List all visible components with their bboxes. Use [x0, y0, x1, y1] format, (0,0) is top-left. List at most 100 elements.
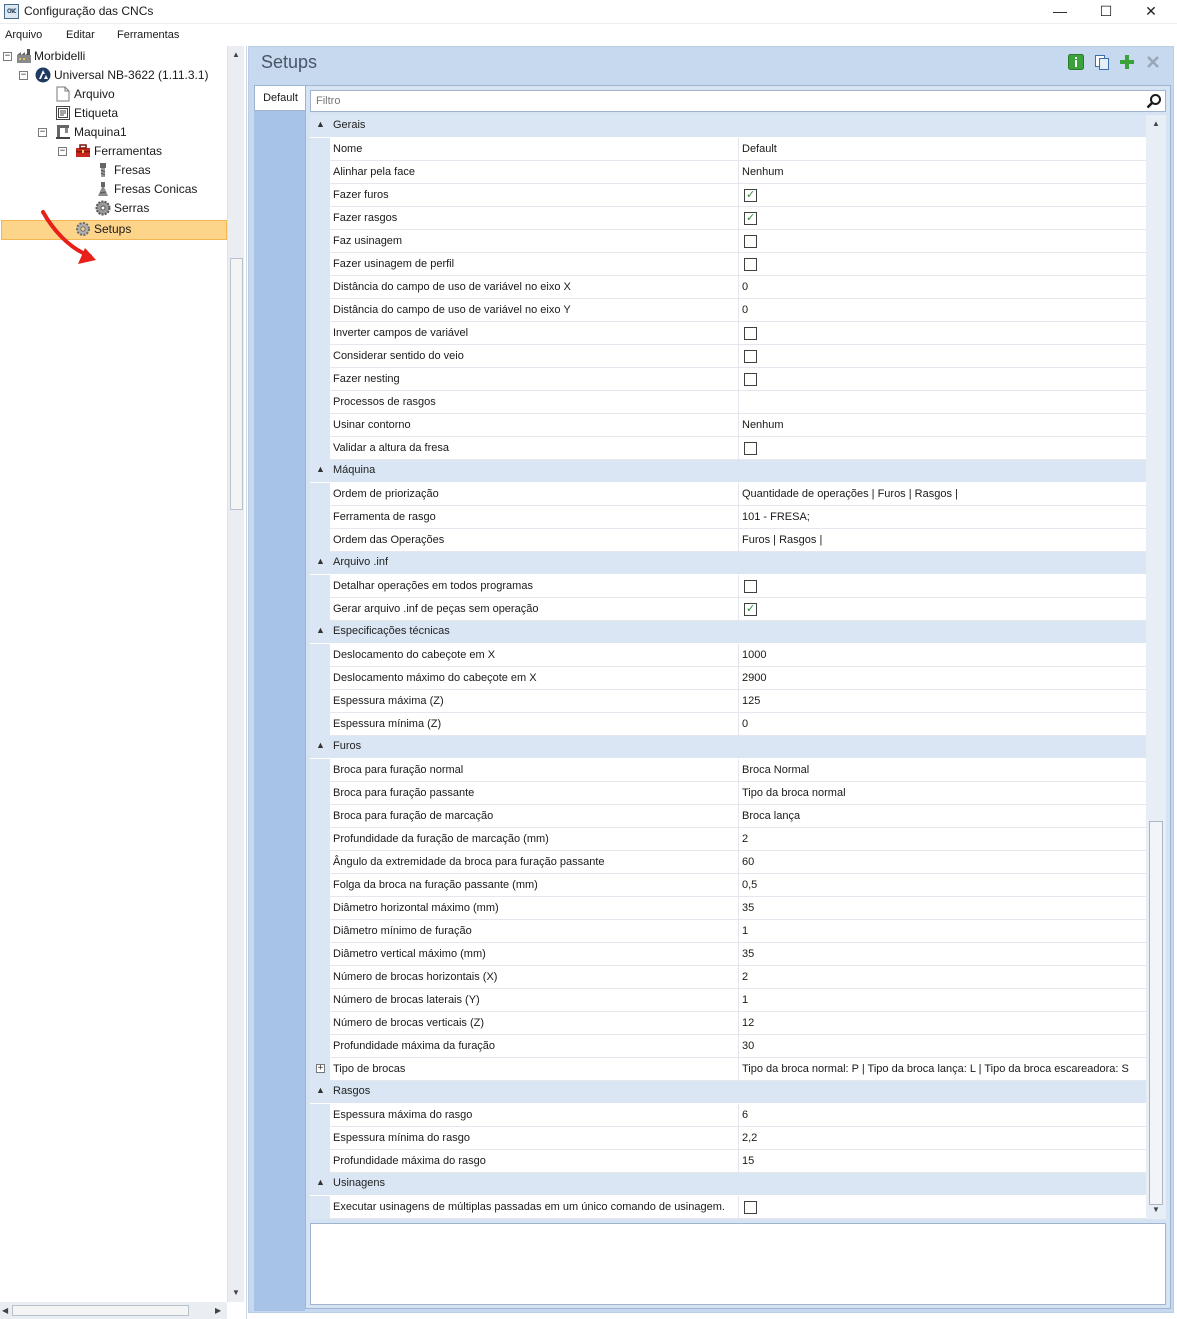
property-value[interactable]: 30 [739, 1035, 1146, 1058]
checkbox-checked[interactable]: ✓ [744, 212, 757, 225]
property-row[interactable]: Ordem das Operações Furos | Rasgos | [310, 529, 1146, 552]
menu-ferramentas[interactable]: Ferramentas [117, 29, 179, 41]
property-row[interactable]: Profundidade da furação de marcação (mm)… [310, 828, 1146, 851]
property-row[interactable]: Processos de rasgos [310, 391, 1146, 414]
scroll-thumb[interactable] [1149, 821, 1163, 1205]
property-row[interactable]: Detalhar operações em todos programas [310, 575, 1146, 598]
property-value[interactable]: 1000 [739, 644, 1146, 667]
property-row[interactable]: Deslocamento máximo do cabeçote em X 2900 [310, 667, 1146, 690]
property-value[interactable]: Furos | Rasgos | [739, 529, 1146, 552]
property-row[interactable]: Ângulo da extremidade da broca para fura… [310, 851, 1146, 874]
property-row[interactable]: Profundidade máxima do rasgo 15 [310, 1150, 1146, 1173]
collapse-toggle[interactable]: − [58, 147, 67, 156]
property-value[interactable]: 0 [739, 713, 1146, 736]
property-vertical-scrollbar[interactable]: ▲ ▼ [1146, 115, 1166, 1219]
checkbox-checked[interactable]: ✓ [744, 603, 757, 616]
minimize-button[interactable]: — [1037, 0, 1083, 24]
property-value[interactable]: 101 - FRESA; [739, 506, 1146, 529]
checkbox-unchecked[interactable] [744, 350, 757, 363]
property-row[interactable]: Profundidade máxima da furação 30 [310, 1035, 1146, 1058]
add-icon[interactable] [1119, 54, 1135, 70]
property-value[interactable]: 60 [739, 851, 1146, 874]
property-row[interactable]: Fazer furos ✓ [310, 184, 1146, 207]
collapse-toggle[interactable]: − [38, 128, 47, 137]
property-row[interactable]: Número de brocas verticais (Z) 12 [310, 1012, 1146, 1035]
collapse-toggle[interactable]: − [19, 71, 28, 80]
scroll-up-arrow-icon[interactable]: ▲ [232, 50, 240, 59]
expand-plus-icon[interactable]: + [316, 1064, 325, 1073]
delete-icon[interactable] [1145, 54, 1161, 70]
scroll-right-arrow-icon[interactable]: ▶ [215, 1306, 221, 1315]
property-value[interactable]: Nenhum [739, 161, 1146, 184]
property-row[interactable]: Broca para furação normal Broca Normal [310, 759, 1146, 782]
property-row[interactable]: Gerar arquivo .inf de peças sem operação… [310, 598, 1146, 621]
property-value[interactable]: 2 [739, 828, 1146, 851]
property-row[interactable]: Executar usinagens de múltiplas passadas… [310, 1196, 1146, 1219]
property-value[interactable]: Tipo da broca normal [739, 782, 1146, 805]
collapse-chevron-icon[interactable]: ▲ [316, 740, 325, 750]
section-header[interactable]: ▲ Usinagens [310, 1173, 1146, 1195]
property-value[interactable]: 0 [739, 299, 1146, 322]
property-row[interactable]: Distância do campo de uso de variável no… [310, 276, 1146, 299]
tree-node-universal-nb[interactable]: − Universal NB-3622 (1.11.3.1) [0, 66, 226, 85]
property-row[interactable]: Broca para furação passante Tipo da broca… [310, 782, 1146, 805]
scroll-thumb[interactable] [230, 258, 243, 510]
property-value[interactable]: 1 [739, 989, 1146, 1012]
property-value[interactable]: 0 [739, 276, 1146, 299]
section-header[interactable]: ▲ Furos [310, 736, 1146, 758]
property-row[interactable]: Espessura mínima do rasgo 2,2 [310, 1127, 1146, 1150]
property-row[interactable]: Faz usinagem [310, 230, 1146, 253]
property-row[interactable]: Ordem de priorização Quantidade de operaç… [310, 483, 1146, 506]
property-value[interactable]: 2,2 [739, 1127, 1146, 1150]
checkbox-unchecked[interactable] [744, 580, 757, 593]
property-row[interactable]: Número de brocas horizontais (X) 2 [310, 966, 1146, 989]
filter-input[interactable] [311, 91, 1137, 111]
property-row[interactable]: Distância do campo de uso de variável no… [310, 299, 1146, 322]
tree-node-arquivo[interactable]: Arquivo [0, 85, 226, 104]
property-value[interactable]: Broca Normal [739, 759, 1146, 782]
tree-vertical-scrollbar[interactable]: ▲ ▼ [227, 46, 244, 1302]
section-header[interactable]: ▲ Máquina [310, 460, 1146, 482]
tree-node-fresas-conicas[interactable]: Fresas Conicas [0, 180, 226, 199]
property-row[interactable]: Alinhar pela face Nenhum [310, 161, 1146, 184]
scroll-left-arrow-icon[interactable]: ◀ [2, 1306, 8, 1315]
collapse-chevron-icon[interactable]: ▲ [316, 1085, 325, 1095]
section-header[interactable]: ▲ Especificações técnicas [310, 621, 1146, 643]
checkbox-unchecked[interactable] [744, 235, 757, 248]
property-value[interactable]: Quantidade de operações | Furos | Rasgos… [739, 483, 1146, 506]
collapse-chevron-icon[interactable]: ▲ [316, 625, 325, 635]
property-row[interactable]: + Tipo de brocas Tipo da broca normal: P |… [310, 1058, 1146, 1081]
collapse-chevron-icon[interactable]: ▲ [316, 556, 325, 566]
tree-node-setups[interactable]: Setups [0, 220, 226, 239]
property-value[interactable]: 12 [739, 1012, 1146, 1035]
property-value[interactable]: 0,5 [739, 874, 1146, 897]
property-value[interactable]: 2 [739, 966, 1146, 989]
property-value[interactable]: Nenhum [739, 414, 1146, 437]
tab-default[interactable]: Default [254, 85, 306, 111]
close-button[interactable]: ✕ [1128, 0, 1174, 24]
scroll-down-arrow-icon[interactable]: ▼ [1152, 1205, 1160, 1214]
property-value[interactable]: 1 [739, 920, 1146, 943]
property-value[interactable]: 35 [739, 897, 1146, 920]
tree-node-etiqueta[interactable]: Etiqueta [0, 104, 226, 123]
collapse-chevron-icon[interactable]: ▲ [316, 464, 325, 474]
property-row[interactable]: Broca para furação de marcação Broca lanç… [310, 805, 1146, 828]
checkbox-unchecked[interactable] [744, 1201, 757, 1214]
property-row[interactable]: Nome Default [310, 138, 1146, 161]
property-value[interactable]: Tipo da broca normal: P | Tipo da broca … [739, 1058, 1146, 1081]
property-row[interactable]: Diâmetro horizontal máximo (mm) 35 [310, 897, 1146, 920]
section-header[interactable]: ▲ Rasgos [310, 1081, 1146, 1103]
tree-node-maquina1[interactable]: − Maquina1 [0, 123, 226, 142]
property-row[interactable]: Espessura mínima (Z) 0 [310, 713, 1146, 736]
property-row[interactable]: Deslocamento do cabeçote em X 1000 [310, 644, 1146, 667]
property-value[interactable]: 15 [739, 1150, 1146, 1173]
property-row[interactable]: Espessura máxima (Z) 125 [310, 690, 1146, 713]
property-value[interactable]: Default [739, 138, 1146, 161]
tree-node-serras[interactable]: Serras [0, 199, 226, 218]
collapse-toggle[interactable]: − [3, 52, 12, 61]
property-row[interactable]: Usinar contorno Nenhum [310, 414, 1146, 437]
checkbox-unchecked[interactable] [744, 373, 757, 386]
scroll-up-arrow-icon[interactable]: ▲ [1152, 119, 1160, 128]
menu-arquivo[interactable]: Arquivo [5, 29, 42, 41]
property-value[interactable]: 35 [739, 943, 1146, 966]
